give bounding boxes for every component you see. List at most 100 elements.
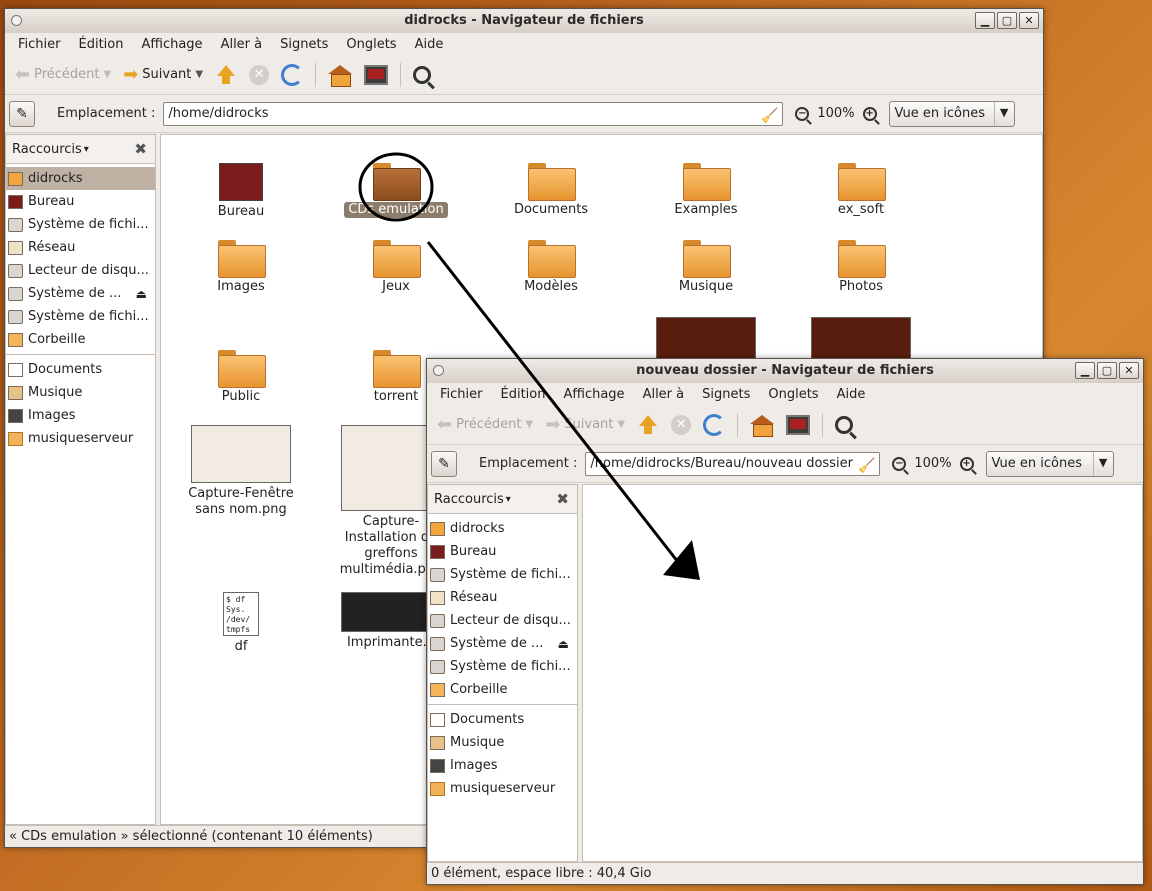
menu-fichier[interactable]: Fichier [9,37,70,52]
sidebar-item-disk-reader[interactable]: Lecteur de disqu... [6,259,155,282]
back-button[interactable]: ⬅ Précédent ▼ [9,59,117,91]
minimize-button[interactable]: ▁ [975,12,995,29]
file-item[interactable]: Images [181,240,301,295]
sidebar-header[interactable]: Raccourcis ▾ ✖ [427,484,578,514]
search-button[interactable] [829,409,859,441]
edit-location-button[interactable]: ✎ [9,100,35,127]
stop-button[interactable]: ✕ [665,409,697,441]
clear-broom-icon[interactable]: 🧹 [761,105,778,127]
close-sidebar-icon[interactable]: ✖ [556,490,569,508]
sidebar-header[interactable]: Raccourcis ▾ ✖ [5,134,156,164]
up-button[interactable] [631,409,665,441]
sidebar-item-network[interactable]: Réseau [428,586,577,609]
window-menu-icon[interactable] [11,15,22,26]
file-item[interactable]: Examples [646,163,766,218]
sidebar-item-bureau[interactable]: Bureau [6,190,155,213]
close-button[interactable]: ✕ [1019,12,1039,29]
maximize-button[interactable]: ▢ [997,12,1017,29]
sidebar-item-filesystem-3[interactable]: Système de fichi... [428,655,577,678]
zoom-out-icon[interactable]: − [892,456,907,471]
eject-icon[interactable]: ⏏ [136,287,147,301]
sidebar-item-music[interactable]: Musique [6,381,155,404]
menu-onglets[interactable]: Onglets [759,387,827,402]
window-menu-icon[interactable] [433,365,444,376]
screenshot-thumbnail[interactable] [811,317,911,363]
sidebar-item-disk-reader[interactable]: Lecteur de disqu... [428,609,577,632]
chevron-down-icon[interactable]: ▼ [195,69,203,80]
zoom-out-icon[interactable]: − [795,106,810,121]
reload-button[interactable] [275,59,309,91]
back-titlebar[interactable]: didrocks - Navigateur de fichiers ▁ ▢ ✕ [5,9,1043,33]
menu-aide[interactable]: Aide [828,387,875,402]
sidebar-item-musiqueserveur[interactable]: musiqueserveur [428,777,577,800]
sidebar-item-network[interactable]: Réseau [6,236,155,259]
chevron-down-icon[interactable]: ▼ [617,419,625,430]
chevron-down-icon[interactable]: ▼ [104,69,112,80]
sidebar-item-didrocks[interactable]: didrocks [6,167,155,190]
file-item[interactable]: Jeux [336,240,456,295]
edit-location-button[interactable]: ✎ [431,450,457,477]
screenshot-thumbnail[interactable] [656,317,756,363]
search-button[interactable] [407,59,437,91]
back-button[interactable]: ⬅ Précédent ▼ [431,409,539,441]
home-button[interactable] [744,409,780,441]
file-item[interactable]: Musique [646,240,766,295]
stop-button[interactable]: ✕ [243,59,275,91]
menu-edition[interactable]: Édition [70,37,133,52]
sidebar-item-filesystem-3[interactable]: Système de fichi... [6,305,155,328]
menu-affichage[interactable]: Affichage [132,37,211,52]
minimize-button[interactable]: ▁ [1075,362,1095,379]
front-file-view[interactable] [582,484,1143,862]
location-input[interactable]: /home/didrocks/Bureau/nouveau dossier 🧹 [585,451,881,477]
clear-broom-icon[interactable]: 🧹 [858,455,875,477]
close-sidebar-icon[interactable]: ✖ [134,140,147,158]
file-item-selected[interactable]: CDs emulation [336,163,456,218]
sidebar-item-filesystem-2[interactable]: Système de ... ⏏ [6,282,155,305]
file-item[interactable]: Public [181,350,301,405]
file-item[interactable]: $ df Sys. /dev/ tmpfs df [181,592,301,655]
sidebar-item-trash[interactable]: Corbeille [6,328,155,351]
forward-button[interactable]: ➡ Suivant ▼ [117,59,209,91]
front-titlebar[interactable]: nouveau dossier - Navigateur de fichiers… [427,359,1143,383]
menu-aller[interactable]: Aller à [634,387,694,402]
forward-button[interactable]: ➡ Suivant ▼ [539,409,631,441]
menu-edition[interactable]: Édition [492,387,555,402]
close-button[interactable]: ✕ [1119,362,1139,379]
home-button[interactable] [322,59,358,91]
file-item[interactable]: Bureau [181,163,301,220]
menu-onglets[interactable]: Onglets [337,37,405,52]
sidebar-item-music[interactable]: Musique [428,731,577,754]
sidebar-item-images[interactable]: Images [428,754,577,777]
maximize-button[interactable]: ▢ [1097,362,1117,379]
sidebar-item-didrocks[interactable]: didrocks [428,517,577,540]
sidebar-item-images[interactable]: Images [6,404,155,427]
sidebar-item-trash[interactable]: Corbeille [428,678,577,701]
computer-button[interactable] [780,409,816,441]
sidebar-item-documents[interactable]: Documents [428,708,577,731]
reload-button[interactable] [697,409,731,441]
sidebar-item-filesystem-2[interactable]: Système de ... ⏏ [428,632,577,655]
sidebar-item-musiqueserveur[interactable]: musiqueserveur [6,427,155,450]
menu-aller[interactable]: Aller à [212,37,272,52]
menu-affichage[interactable]: Affichage [554,387,633,402]
file-item[interactable]: ex_soft [801,163,921,218]
file-item[interactable]: Modèles [491,240,611,295]
computer-button[interactable] [358,59,394,91]
sidebar-item-filesystem[interactable]: Système de fichi... [6,213,155,236]
view-mode-select[interactable]: Vue en icônes ▼ [985,450,1114,477]
file-item[interactable]: Photos [801,240,921,295]
sidebar-item-filesystem[interactable]: Système de fichi... [428,563,577,586]
zoom-in-icon[interactable]: + [862,106,877,121]
menu-signets[interactable]: Signets [271,37,337,52]
sidebar-item-documents[interactable]: Documents [6,358,155,381]
up-button[interactable] [209,59,243,91]
eject-icon[interactable]: ⏏ [558,637,569,651]
menu-fichier[interactable]: Fichier [431,387,492,402]
menu-aide[interactable]: Aide [406,37,453,52]
location-input[interactable]: /home/didrocks 🧹 [163,101,784,127]
sidebar-item-bureau[interactable]: Bureau [428,540,577,563]
file-item[interactable]: Documents [491,163,611,218]
chevron-down-icon[interactable]: ▼ [526,419,534,430]
zoom-in-icon[interactable]: + [959,456,974,471]
file-item[interactable]: Capture-Fenêtre sans nom.png [181,425,301,518]
